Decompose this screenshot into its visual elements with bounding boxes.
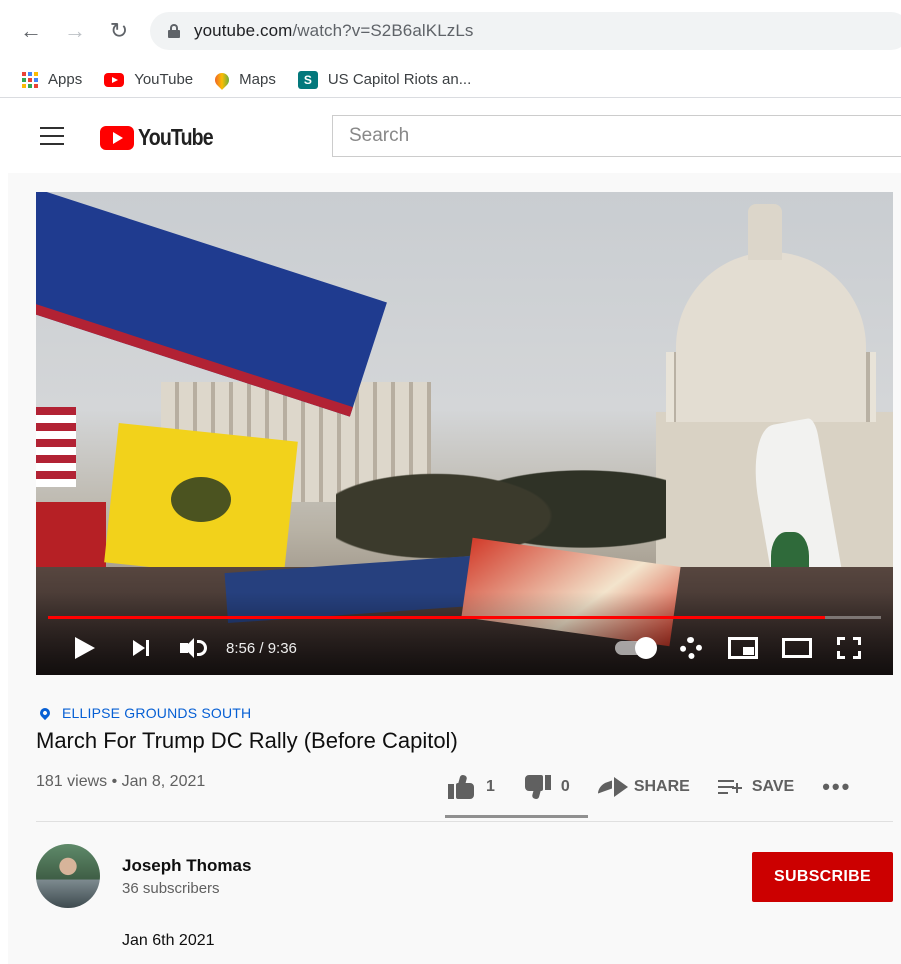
subscribe-button[interactable]: SUBSCRIBE: [752, 852, 893, 902]
address-bar[interactable]: youtube.com/watch?v=S2B6alKLzLs: [150, 12, 901, 50]
bookmark-maps[interactable]: Maps: [212, 69, 276, 90]
bookmark-apps[interactable]: Apps: [22, 71, 82, 88]
browser-toolbar: ← → ↻ youtube.com/watch?v=S2B6alKLzLs: [0, 0, 901, 62]
video-title: March For Trump DC Rally (Before Capitol…: [36, 728, 458, 753]
bookmark-label: Apps: [48, 71, 83, 88]
youtube-logo-icon: [100, 125, 134, 150]
forward-arrow-icon[interactable]: →: [62, 18, 88, 44]
fullscreen-icon: [837, 637, 861, 659]
like-count: 1: [486, 778, 495, 795]
bookmark-youtube[interactable]: YouTube: [104, 71, 193, 88]
progress-bar-fill: [48, 616, 826, 619]
bookmark-label: Maps: [239, 71, 276, 88]
channel-avatar[interactable]: [36, 844, 100, 908]
bookmark-us-capitol-riots[interactable]: S US Capitol Riots an...: [297, 70, 472, 89]
video-location-link[interactable]: ELLIPSE GROUNDS SOUTH: [37, 705, 252, 721]
more-actions-button[interactable]: •••: [822, 774, 851, 800]
progress-bar[interactable]: [48, 616, 881, 619]
autoplay-toggle[interactable]: [612, 633, 657, 663]
back-arrow-icon[interactable]: ←: [18, 18, 44, 44]
subscriber-count: 36 subscribers: [122, 880, 220, 897]
time-display: 8:56 / 9:36: [226, 639, 297, 657]
reload-icon[interactable]: ↻: [106, 18, 132, 44]
play-icon: [75, 637, 95, 659]
gear-icon: [680, 637, 702, 659]
youtube-icon: [104, 72, 125, 87]
youtube-logo[interactable]: YouTube: [100, 124, 226, 151]
dislike-count: 0: [560, 778, 570, 795]
search-input[interactable]: Search: [332, 115, 901, 157]
video-meta: 181 views • Jan 8, 2021: [36, 773, 206, 790]
miniplayer-icon: [728, 637, 758, 659]
save-playlist-icon: [717, 778, 742, 796]
miniplayer-button[interactable]: [726, 633, 760, 663]
share-label: SHARE: [633, 778, 690, 795]
video-actions: 1 0 SHARE SAVE •••: [448, 769, 879, 805]
share-button[interactable]: SHARE: [597, 777, 690, 797]
thumbs-down-icon: [523, 775, 551, 800]
save-label: SAVE: [751, 778, 795, 795]
url-text: youtube.com/watch?v=S2B6alKLzLs: [194, 21, 474, 40]
save-button[interactable]: SAVE: [717, 778, 795, 796]
menu-icon[interactable]: [40, 127, 64, 145]
settings-button[interactable]: [676, 633, 706, 663]
youtube-header: YouTube Search: [8, 99, 901, 173]
theater-mode-icon: [782, 638, 812, 658]
next-button[interactable]: [128, 633, 154, 663]
sentiment-bar: [445, 815, 588, 818]
volume-icon: [179, 638, 207, 658]
fullscreen-button[interactable]: [834, 633, 864, 663]
share-icon: [597, 780, 612, 794]
lock-icon: [168, 24, 180, 38]
divider: [36, 821, 893, 822]
location-pin-icon: [37, 705, 53, 721]
thumbs-up-icon: [448, 774, 476, 799]
more-icon: •••: [822, 774, 852, 799]
next-icon: [133, 640, 149, 656]
video-player[interactable]: 8:56 / 9:36: [36, 192, 893, 675]
bookmark-label: YouTube: [134, 71, 194, 88]
play-button[interactable]: [72, 633, 98, 663]
autoplay-icon: [615, 637, 657, 659]
like-button[interactable]: 1: [448, 774, 495, 799]
volume-button[interactable]: [176, 633, 210, 663]
dislike-button[interactable]: 0: [523, 775, 570, 800]
apps-grid-icon: [22, 71, 38, 88]
bookmarks-bar: Apps YouTube Maps S US Capitol Riots an.…: [0, 62, 901, 98]
video-location-text: ELLIPSE GROUNDS SOUTH: [62, 705, 252, 721]
theater-mode-button[interactable]: [780, 633, 814, 663]
youtube-logo-text: YouTube: [138, 124, 214, 150]
channel-name[interactable]: Joseph Thomas: [122, 856, 251, 876]
sharepoint-icon: S: [297, 70, 318, 89]
bookmark-label: US Capitol Riots an...: [327, 71, 472, 88]
youtube-page: YouTube Search 8:56 / 9:36 ELLIPSE GROUN…: [8, 99, 901, 964]
video-description: Jan 6th 2021: [122, 932, 215, 949]
maps-icon: [212, 69, 233, 90]
